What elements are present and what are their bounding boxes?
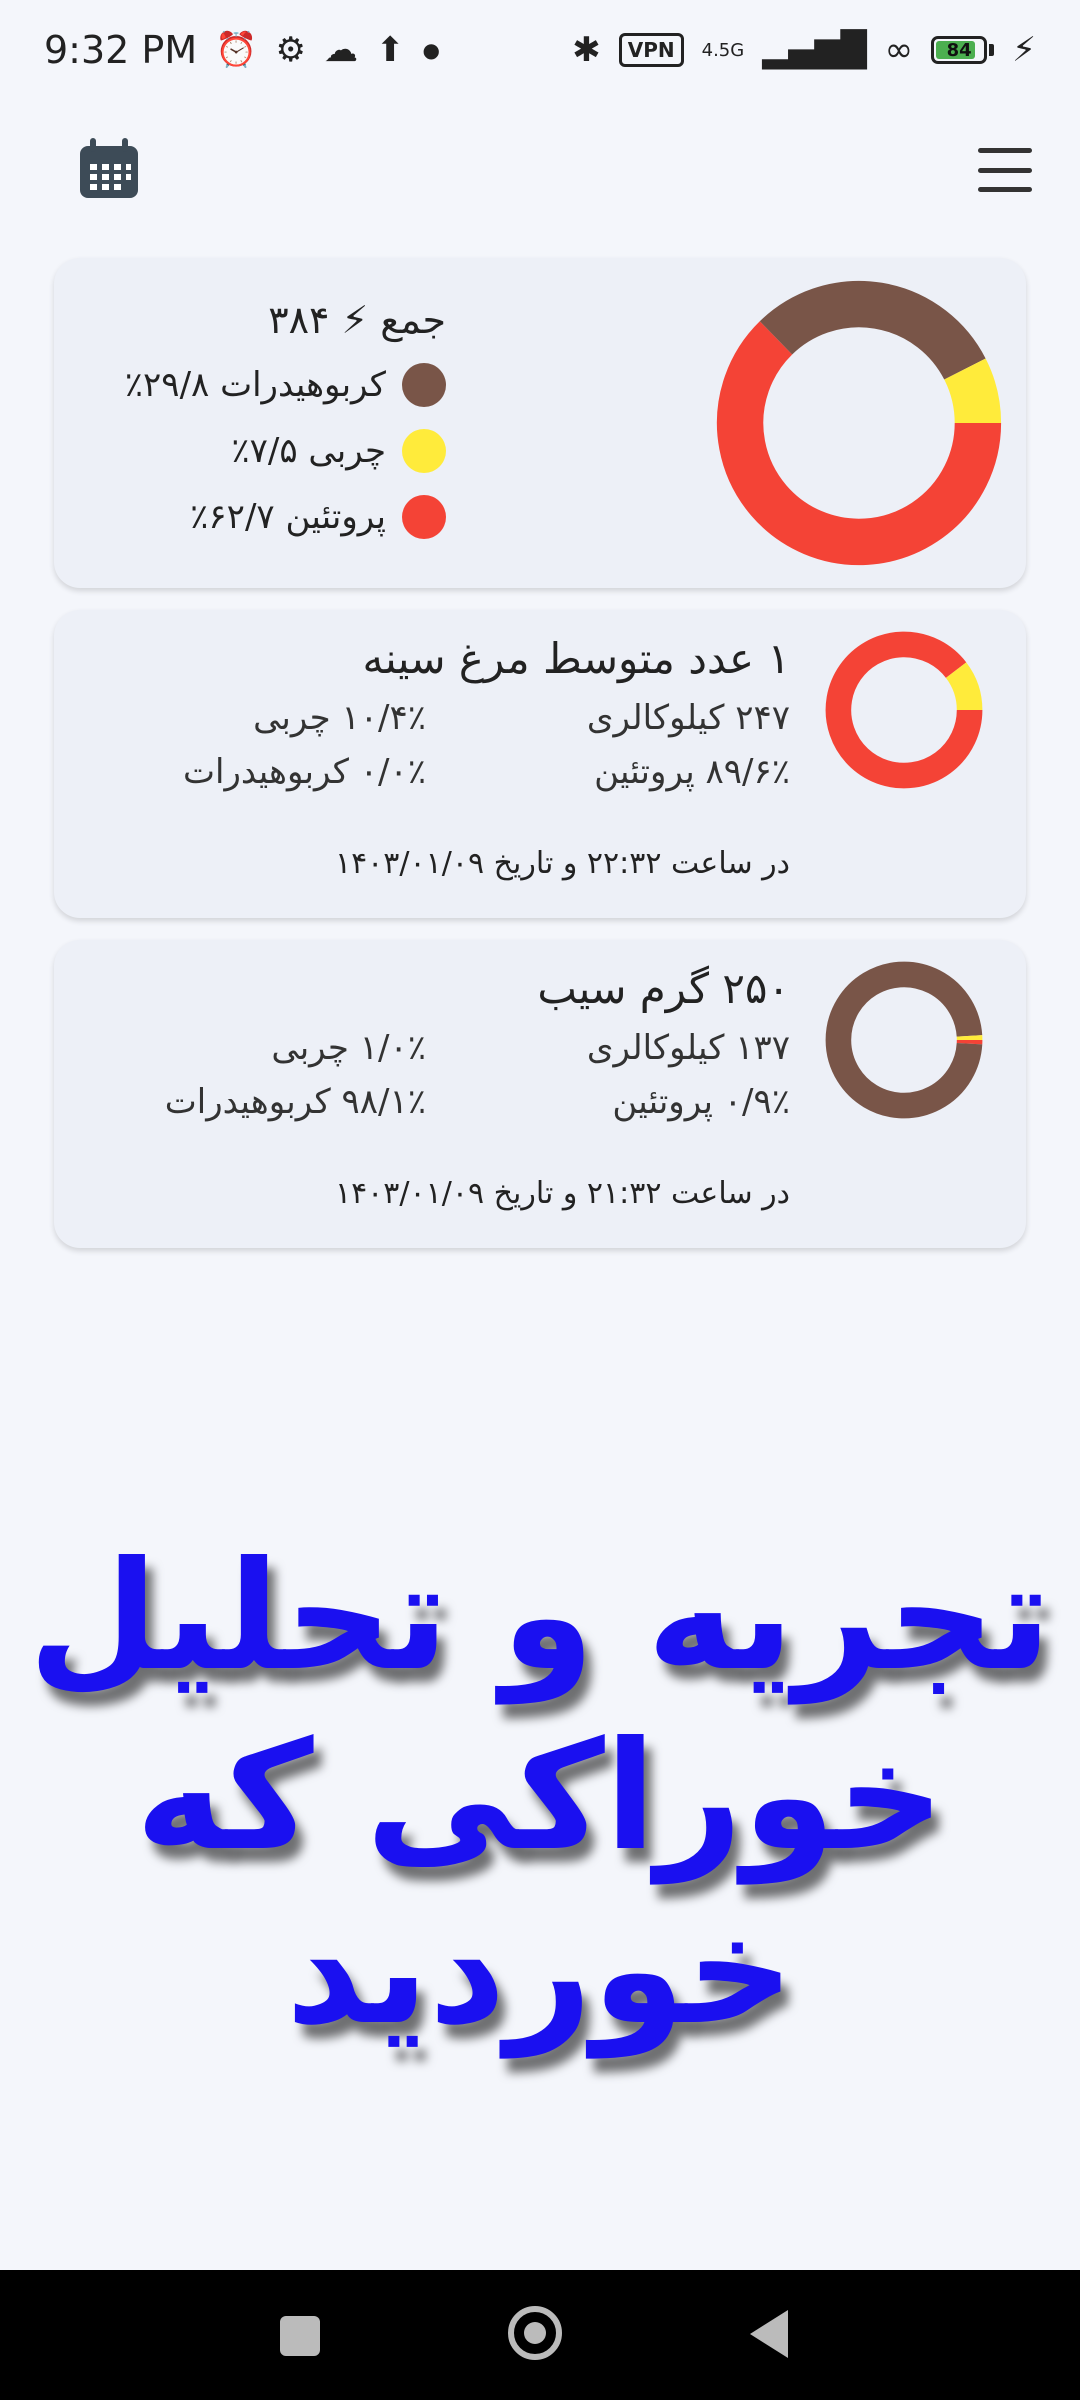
food-time: در ساعت ۲۱:۳۲ و تاریخ ۱۴۰۳/۰۱/۰۹ <box>334 1176 790 1211</box>
legend-dot-protein <box>402 495 446 539</box>
summary-legend: جمع ⚡ ۳۸۴ کربوهیدرات ۲۹/۸٪ چربی ۷/۵٪ پرو… <box>125 298 446 550</box>
legend-label-fat: چربی ۷/۵٪ <box>231 431 386 471</box>
battery-level: 84 <box>946 39 972 61</box>
signal-icon: ▂▄▆█ <box>762 30 867 70</box>
status-bar: 9:32 PM ⏰ ⚙ ☁ ⬆ ● ✱ VPN 4.5G ▂▄▆█ ∞ 84 ⚡ <box>0 0 1080 100</box>
legend-item-fat: چربی ۷/۵٪ <box>125 418 446 484</box>
legend-label-carbs: کربوهیدرات ۲۹/۸٪ <box>124 365 386 405</box>
food-carbs: ۰/۰٪ کربوهیدرات <box>183 752 426 792</box>
legend-dot-carbs <box>402 363 446 407</box>
food-card[interactable]: ۱ عدد متوسط مرغ سینه ۲۴۷ کیلوکالری ۸۹/۶٪… <box>54 610 1026 918</box>
food-title: ۱ عدد متوسط مرغ سینه <box>362 634 791 683</box>
food-calories: ۲۴۷ کیلوکالری <box>586 698 790 738</box>
alarm-icon: ⏰ <box>215 30 258 70</box>
donut-segment-fat <box>945 662 983 711</box>
menu-icon[interactable] <box>978 148 1032 192</box>
status-right: ✱ VPN 4.5G ▂▄▆█ ∞ 84 ⚡ <box>572 30 1036 70</box>
food-title: ۲۵۰ گرم سیب <box>537 964 790 1013</box>
legend-item-carbs: کربوهیدرات ۲۹/۸٪ <box>125 352 446 418</box>
charging-icon: ⚡ <box>1012 30 1036 70</box>
food-donut-chart <box>825 961 983 1119</box>
food-donut-chart <box>825 631 983 789</box>
vpn-badge: VPN <box>618 33 684 67</box>
cloud-icon: ☁ <box>323 30 358 70</box>
promo-line-1: تجریه و تحلیل <box>28 1530 1052 1704</box>
food-fat: ۱/۰٪ چربی <box>271 1028 426 1068</box>
donut-segment-protein <box>825 631 983 789</box>
food-protein: ۸۹/۶٪ پروتئین <box>594 752 790 792</box>
legend-item-protein: پروتئین ۶۲/۷٪ <box>125 484 446 550</box>
network-type: 4.5G <box>701 39 745 61</box>
hotspot-icon: ∞ <box>884 30 914 70</box>
summary-donut-chart <box>716 280 1002 566</box>
settings-icon: ⚙ <box>275 30 306 70</box>
total-calories: جمع ⚡ ۳۸۴ <box>268 298 446 342</box>
food-card[interactable]: ۲۵۰ گرم سیب ۱۳۷ کیلوکالری ۰/۹٪ پروتئین ۱… <box>54 940 1026 1248</box>
promo-line-2: خوراکی که خوردید <box>135 1710 945 2058</box>
food-fat: ۱۰/۴٪ چربی <box>253 698 426 738</box>
status-left: 9:32 PM ⏰ ⚙ ☁ ⬆ ● <box>44 28 440 72</box>
back-button[interactable] <box>750 2310 788 2358</box>
food-calories: ۱۳۷ کیلوکالری <box>586 1028 790 1068</box>
legend-label-protein: پروتئین ۶۲/۷٪ <box>190 497 386 537</box>
food-carbs: ۹۸/۱٪ کربوهیدرات <box>164 1082 426 1122</box>
battery-icon: 84 <box>931 36 995 64</box>
navigation-bar <box>0 2270 1080 2400</box>
food-protein: ۰/۹٪ پروتئین <box>612 1082 790 1122</box>
donut-segment-fat <box>943 358 1002 424</box>
status-time: 9:32 PM <box>44 28 198 72</box>
recents-button[interactable] <box>280 2316 320 2356</box>
legend-dot-fat <box>402 429 446 473</box>
food-time: در ساعت ۲۲:۳۲ و تاریخ ۱۴۰۳/۰۱/۰۹ <box>334 846 790 881</box>
donut-segment-carbs <box>825 961 983 1119</box>
donut-segment-carbs <box>759 280 986 381</box>
summary-card: جمع ⚡ ۳۸۴ کربوهیدرات ۲۹/۸٪ چربی ۷/۵٪ پرو… <box>54 258 1026 588</box>
upload-icon: ⬆ <box>375 30 405 70</box>
calendar-icon[interactable] <box>78 138 140 200</box>
notification-dot-icon: ● <box>422 38 440 62</box>
home-button[interactable] <box>508 2306 562 2360</box>
bluetooth-icon: ✱ <box>572 30 601 70</box>
